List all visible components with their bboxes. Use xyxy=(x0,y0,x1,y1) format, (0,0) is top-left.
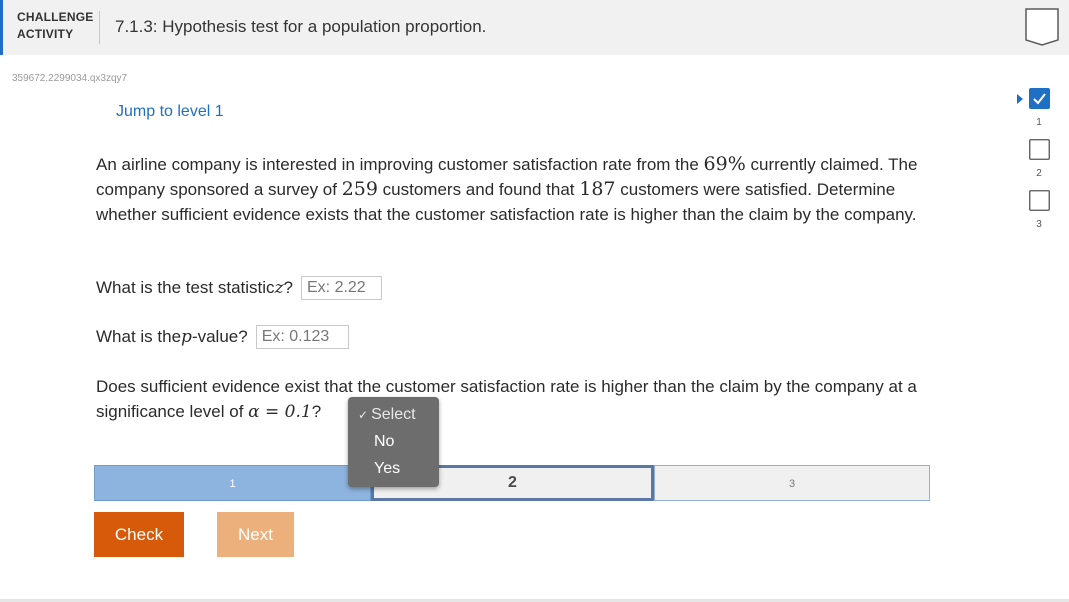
activity-id: 359672.2299034.qx3zqy7 xyxy=(12,73,128,84)
dropdown-option-select[interactable]: ✓ Select xyxy=(348,401,439,428)
q1-text: What is the test statistic xyxy=(96,278,275,297)
activity-type-line2: ACTIVITY xyxy=(17,27,74,41)
q1-suffix: ? xyxy=(283,278,293,297)
level-indicator-1[interactable]: 1 xyxy=(1028,88,1050,128)
level-incomplete-box-icon xyxy=(1028,139,1050,160)
progress-segment-1[interactable]: 1 xyxy=(94,465,371,501)
check-button[interactable]: Check xyxy=(94,512,184,557)
header-divider xyxy=(99,11,100,44)
question-sufficient-evidence: Does sufficient evidence exist that the … xyxy=(96,374,936,425)
satisfied-count: 187 xyxy=(579,178,616,200)
test-statistic-input[interactable] xyxy=(301,276,382,300)
checkmark-icon: ✓ xyxy=(358,408,369,422)
progress-segment-3[interactable]: 3 xyxy=(654,465,930,501)
level-number: 3 xyxy=(1036,219,1042,230)
next-button[interactable]: Next xyxy=(217,512,294,557)
p-value-input[interactable] xyxy=(255,325,349,349)
q2-variable: p xyxy=(181,327,192,347)
claimed-rate: 69% xyxy=(703,153,746,175)
level-number: 2 xyxy=(1036,168,1042,179)
problem-text-1: An airline company is interested in impr… xyxy=(96,155,704,174)
level-indicator-2[interactable]: 2 xyxy=(1028,139,1050,179)
q2-suffix: -value? xyxy=(191,327,248,346)
activity-type-line1: CHALLENGE xyxy=(17,10,94,24)
evidence-dropdown-menu[interactable]: ✓ Select No Yes xyxy=(348,397,439,487)
completion-badge-icon xyxy=(1025,8,1059,46)
jump-to-level-link[interactable]: Jump to level 1 xyxy=(116,103,224,121)
level-complete-checkmark-icon xyxy=(1028,88,1050,109)
dropdown-option-no[interactable]: No xyxy=(348,428,439,455)
level-progress-bar: 1 2 3 xyxy=(94,465,930,501)
level-number: 1 xyxy=(1036,117,1042,128)
problem-statement: An airline company is interested in impr… xyxy=(96,152,936,227)
dropdown-option-yes[interactable]: Yes xyxy=(348,455,439,482)
question-test-statistic: What is the test statistic z ? xyxy=(96,276,382,300)
q3-alpha: α = 0.1 xyxy=(248,402,312,422)
sample-size: 259 xyxy=(341,178,378,200)
q2-text: What is the xyxy=(96,327,182,346)
current-level-arrow-icon xyxy=(1017,94,1023,104)
level-indicator-3[interactable]: 3 xyxy=(1028,190,1050,230)
question-p-value: What is the p -value? xyxy=(96,325,349,349)
problem-text-3: customers and found that xyxy=(377,180,580,199)
activity-header: CHALLENGE ACTIVITY 7.1.3: Hypothesis tes… xyxy=(0,0,1069,55)
level-incomplete-box-icon xyxy=(1028,190,1050,211)
activity-type-label: CHALLENGE ACTIVITY xyxy=(17,9,93,43)
q3-suffix: ? xyxy=(311,402,322,421)
activity-title: 7.1.3: Hypothesis test for a population … xyxy=(115,17,487,36)
q3-text: Does sufficient evidence exist that the … xyxy=(96,377,917,421)
dropdown-option-select-label: Select xyxy=(371,406,416,423)
q1-variable: z xyxy=(274,278,284,298)
